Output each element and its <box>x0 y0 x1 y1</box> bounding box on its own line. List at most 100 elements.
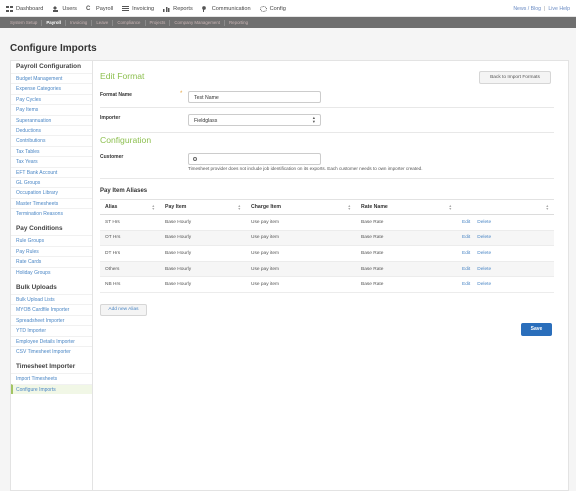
header-label: Pay Item <box>165 204 187 210</box>
column-header-charge-item[interactable]: Charge Item ▲ ▼ <box>246 200 356 214</box>
news-blog-link[interactable]: News / Blog <box>513 6 541 12</box>
nav-payroll[interactable]: C Payroll <box>86 6 113 12</box>
sidebar-item-pay-cycles[interactable]: Pay Cycles <box>11 93 92 104</box>
sidebar-item-contributions[interactable]: Contributions <box>11 135 92 145</box>
nav-invoicing[interactable]: Invoicing <box>122 5 155 12</box>
sidebar-section-title: Timesheet Importer <box>16 363 76 371</box>
edit-link[interactable]: Edit <box>462 251 470 256</box>
sidebar-item-rate-cards[interactable]: Rate Cards <box>11 256 92 266</box>
customer-label: Customer <box>100 154 124 160</box>
sidebar-item-occupation-library[interactable]: Occupation Library <box>11 187 92 197</box>
edit-link[interactable]: Edit <box>462 267 470 272</box>
divider <box>100 107 554 108</box>
customer-hint: Timesheet provider does not include job … <box>188 166 423 171</box>
sidebar-item-myob-cardfile-importer[interactable]: MYOB Cardfile Importer <box>11 304 92 314</box>
subnav-projects[interactable]: Projects <box>146 19 171 26</box>
column-header-pay-item[interactable]: Pay Item ▲ ▼ <box>160 200 246 214</box>
delete-link[interactable]: Delete <box>477 220 491 225</box>
nav-label: Payroll <box>95 5 114 12</box>
nav-reports[interactable]: Reports <box>163 5 193 12</box>
save-button[interactable]: Save <box>521 323 552 336</box>
format-name-input[interactable]: Test Name <box>188 91 321 103</box>
importer-select[interactable]: Fieldglass ▴ ▾ <box>188 114 321 126</box>
sort-icon: ▲ ▼ <box>347 204 351 211</box>
customer-input[interactable] <box>188 153 321 165</box>
column-header-rate-name[interactable]: Rate Name ▲ ▼ <box>356 200 457 214</box>
format-name-label: Format Name <box>100 92 132 98</box>
pay-item-cell: Base Hourly <box>165 235 192 241</box>
sidebar-item-ytd-importer[interactable]: YTD Importer <box>11 325 92 335</box>
sidebar-item-termination-reasons[interactable]: Termination Reasons <box>11 208 92 218</box>
reports-icon <box>163 5 171 12</box>
charge-item-cell: Use pay item <box>251 266 279 272</box>
delete-link[interactable]: Delete <box>477 282 491 287</box>
sidebar-item-holiday-groups[interactable]: Holiday Groups <box>11 266 92 277</box>
sidebar-item-employee-details-importer[interactable]: Employee Details Importer <box>11 335 92 346</box>
rate-name-cell: Base Rate <box>361 235 384 241</box>
sidebar-item-import-timesheets[interactable]: Import Timesheets <box>11 373 92 383</box>
main-nav: Dashboard Users C Payroll Invoicing Repor… <box>6 0 286 17</box>
sidebar-item-eft-bank-account[interactable]: EFT Bank Account <box>11 166 92 177</box>
subnav-reporting[interactable]: Reporting <box>225 20 252 26</box>
delete-link[interactable]: Delete <box>477 235 491 240</box>
subnav-leave[interactable]: Leave <box>92 19 114 26</box>
sidebar: Payroll Configuration Budget Management … <box>10 60 93 491</box>
subnav-invoicing[interactable]: Invoicing <box>66 19 93 26</box>
back-to-import-formats-button[interactable]: Back to Import Formats <box>479 71 551 84</box>
sidebar-item-bulk-upload-lists[interactable]: Bulk Upload Lists <box>11 294 92 304</box>
sidebar-section-title: Bulk Uploads <box>16 284 57 292</box>
importer-selected-value: Fieldglass <box>194 118 218 124</box>
sort-icon: ▲ ▼ <box>448 204 452 211</box>
alias-cell: OT Hrs <box>105 235 121 241</box>
search-icon <box>193 157 197 161</box>
column-header-alias[interactable]: Alias ▲ ▼ <box>100 200 160 214</box>
table-row: Others Base Hourly Use pay item Base Rat… <box>100 261 554 278</box>
alias-cell: NB Hrs <box>105 282 121 288</box>
sidebar-item-spreadsheet-importer[interactable]: Spreadsheet Importer <box>11 314 92 325</box>
delete-link[interactable]: Delete <box>477 251 491 256</box>
nav-users[interactable]: Users <box>52 5 77 12</box>
page-title: Configure Imports <box>10 43 97 54</box>
header-label: Rate Name <box>361 204 388 210</box>
sidebar-item-tax-years[interactable]: Tax Years <box>11 156 92 166</box>
sidebar-item-deductions[interactable]: Deductions <box>11 124 92 135</box>
sidebar-item-master-timesheets[interactable]: Master Timesheets <box>11 197 92 208</box>
table-row: NB Hrs Base Hourly Use pay item Base Rat… <box>100 277 554 293</box>
sidebar-item-tax-tables[interactable]: Tax Tables <box>11 145 92 156</box>
sidebar-item-gl-groups[interactable]: GL Groups <box>11 176 92 187</box>
sidebar-section-title: Pay Conditions <box>16 225 63 233</box>
nav-communication[interactable]: Communication <box>201 5 251 12</box>
sidebar-item-superannuation[interactable]: Superannuation <box>11 114 92 125</box>
rate-name-cell: Base Rate <box>361 219 384 225</box>
table-row: ST Hrs Base Hourly Use pay item Base Rat… <box>100 215 554 231</box>
top-links: News / Blog | Live Help <box>513 0 570 17</box>
sidebar-item-expense-categories[interactable]: Expense Categories <box>11 83 92 93</box>
invoicing-icon <box>122 5 130 12</box>
nav-config[interactable]: Config <box>259 5 286 12</box>
divider: | <box>544 5 546 12</box>
alias-cell: Others <box>105 266 120 272</box>
sidebar-item-budget-management[interactable]: Budget Management <box>11 73 92 83</box>
edit-link[interactable]: Edit <box>462 282 470 287</box>
sidebar-item-csv-timesheet-importer[interactable]: CSV Timesheet Importer <box>11 345 92 356</box>
subnav-system-setup[interactable]: System Setup <box>6 19 43 26</box>
select-arrows-icon: ▴ ▾ <box>312 115 315 124</box>
sort-icon: ▲ ▼ <box>237 204 241 211</box>
nav-dashboard[interactable]: Dashboard <box>6 5 43 12</box>
delete-link[interactable]: Delete <box>477 267 491 272</box>
edit-link[interactable]: Edit <box>462 235 470 240</box>
actions-cell: Edit Delete <box>457 277 554 292</box>
live-help-link[interactable]: Live Help <box>548 6 570 12</box>
column-header-actions[interactable]: ▲ ▼ <box>457 200 554 214</box>
subnav-compliance[interactable]: Compliance <box>113 19 146 26</box>
edit-link[interactable]: Edit <box>462 220 470 225</box>
sidebar-item-rule-groups[interactable]: Rule Groups <box>11 235 92 245</box>
subnav-company-management[interactable]: Company Management <box>170 19 226 26</box>
charge-item-cell: Use pay item <box>251 235 279 241</box>
sidebar-item-configure-imports[interactable]: Configure Imports <box>11 383 92 395</box>
sidebar-item-pay-rules[interactable]: Pay Rules <box>11 245 92 256</box>
add-new-alias-button[interactable]: Add new Alias <box>100 304 147 316</box>
nav-label: Invoicing <box>132 5 155 12</box>
subnav-payroll[interactable]: Payroll <box>42 19 66 26</box>
sidebar-item-pay-items[interactable]: Pay Items <box>11 104 92 114</box>
